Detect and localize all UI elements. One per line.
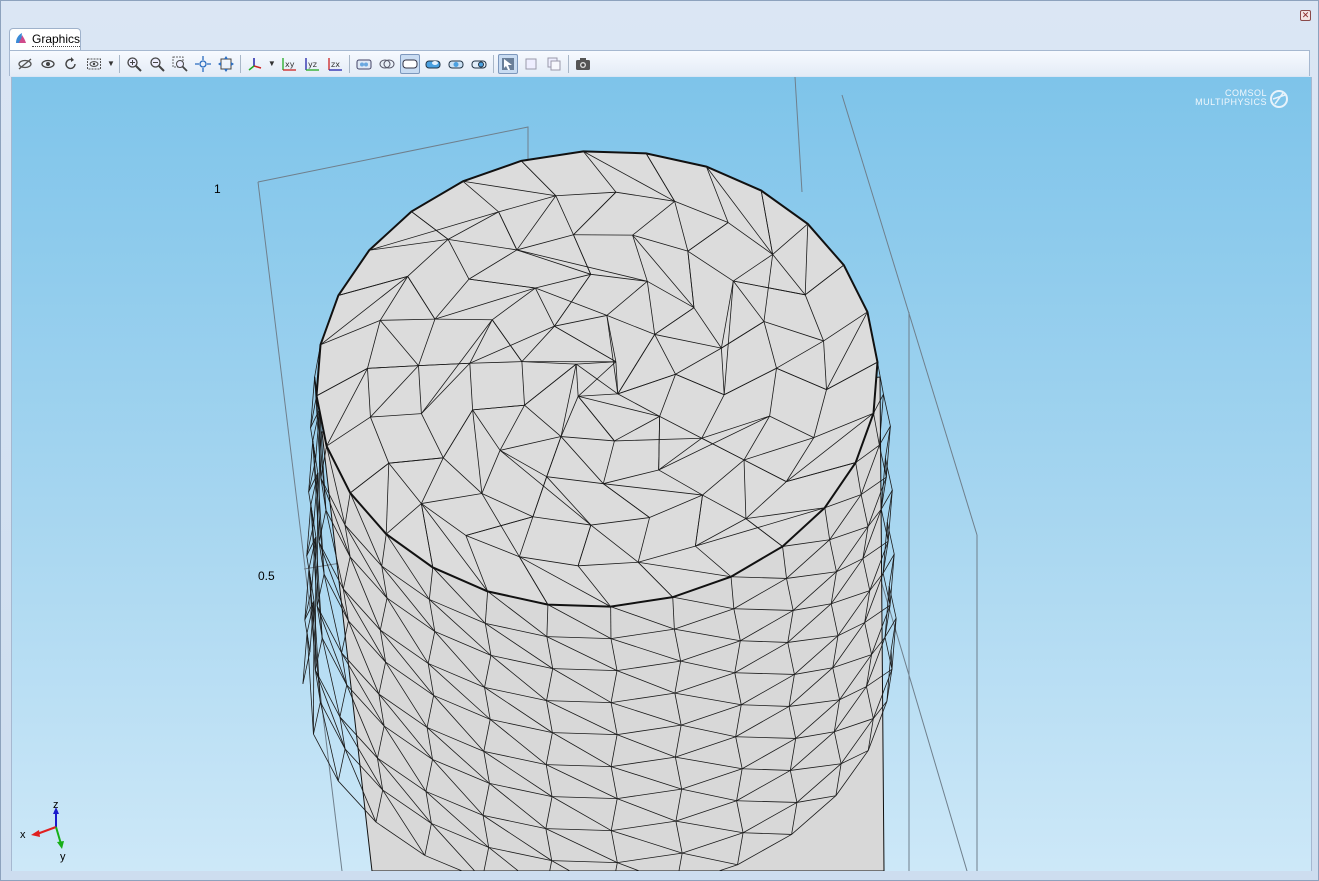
zoom-selected-icon[interactable] <box>193 54 213 74</box>
triad-x-label: x <box>20 829 26 841</box>
triad-y-label: y <box>60 851 66 863</box>
graphics-window-icon <box>14 31 28 48</box>
axis-tick-label: 0.5 <box>258 569 275 583</box>
comsol-logo: COMSOL MULTIPHYSICS <box>1195 89 1289 108</box>
axis-orientation-triad: z x y <box>17 799 77 869</box>
zoom-box-icon[interactable] <box>170 54 190 74</box>
zoom-out-icon[interactable] <box>147 54 167 74</box>
tab-strip: Graphics <box>9 28 1310 51</box>
toolbar-separator <box>118 54 120 73</box>
chevron-down-icon[interactable]: ▼ <box>107 59 115 68</box>
zx-plane-icon[interactable]: zx <box>325 54 345 74</box>
xy-plane-icon[interactable]: xy <box>279 54 299 74</box>
graphics-toolbar: ▼ ▼ xy yz zx <box>9 51 1310 76</box>
mesh-scene[interactable] <box>12 77 1311 871</box>
select-boxes-icon[interactable] <box>497 53 518 74</box>
yz-plane-icon[interactable]: yz <box>302 54 322 74</box>
chevron-down-icon[interactable]: ▼ <box>268 59 276 68</box>
transparency-icon[interactable] <box>377 54 397 74</box>
comsol-logo-mark-icon <box>1270 90 1288 108</box>
show-icon[interactable] <box>38 54 58 74</box>
orthographic-axis-icon[interactable] <box>245 54 265 74</box>
toolbar-separator <box>492 54 494 73</box>
close-window-button[interactable]: ✕ <box>1300 10 1311 21</box>
render-3-icon[interactable] <box>469 54 489 74</box>
triad-z-label: z <box>53 799 59 811</box>
reset-hiding-icon[interactable] <box>61 54 81 74</box>
zoom-in-icon[interactable] <box>124 54 144 74</box>
graphics-viewport[interactable]: 1 0.5 COMSOL MULTIPHYSICS z x y <box>11 77 1312 871</box>
scene-light-icon[interactable] <box>354 54 374 74</box>
hide-icon[interactable] <box>15 54 35 74</box>
view-selection-icon[interactable] <box>84 54 104 74</box>
yz-plane-label: yz <box>308 60 317 69</box>
toolbar-separator <box>567 54 569 73</box>
xy-plane-label: xy <box>285 60 295 69</box>
image-snapshot-icon[interactable] <box>573 54 593 74</box>
graphics-window: ✕ Graphics ▼ ▼ xy yz zx 1 0.5 COMSOL MUL… <box>0 0 1319 881</box>
axis-tick-label: 1 <box>214 182 221 196</box>
zx-plane-label: zx <box>331 60 340 69</box>
select-objects-icon[interactable] <box>521 54 541 74</box>
render-2-icon[interactable] <box>446 54 466 74</box>
toolbar-separator <box>239 54 241 73</box>
tab-graphics[interactable]: Graphics <box>9 28 81 50</box>
select-domains-icon[interactable] <box>544 54 564 74</box>
wireframe-icon[interactable] <box>399 53 420 74</box>
render-1-icon[interactable] <box>423 54 443 74</box>
logo-line2: MULTIPHYSICS <box>1195 97 1267 107</box>
zoom-extents-icon[interactable] <box>216 54 236 74</box>
tab-graphics-label: Graphics <box>32 31 81 47</box>
toolbar-separator <box>348 54 350 73</box>
